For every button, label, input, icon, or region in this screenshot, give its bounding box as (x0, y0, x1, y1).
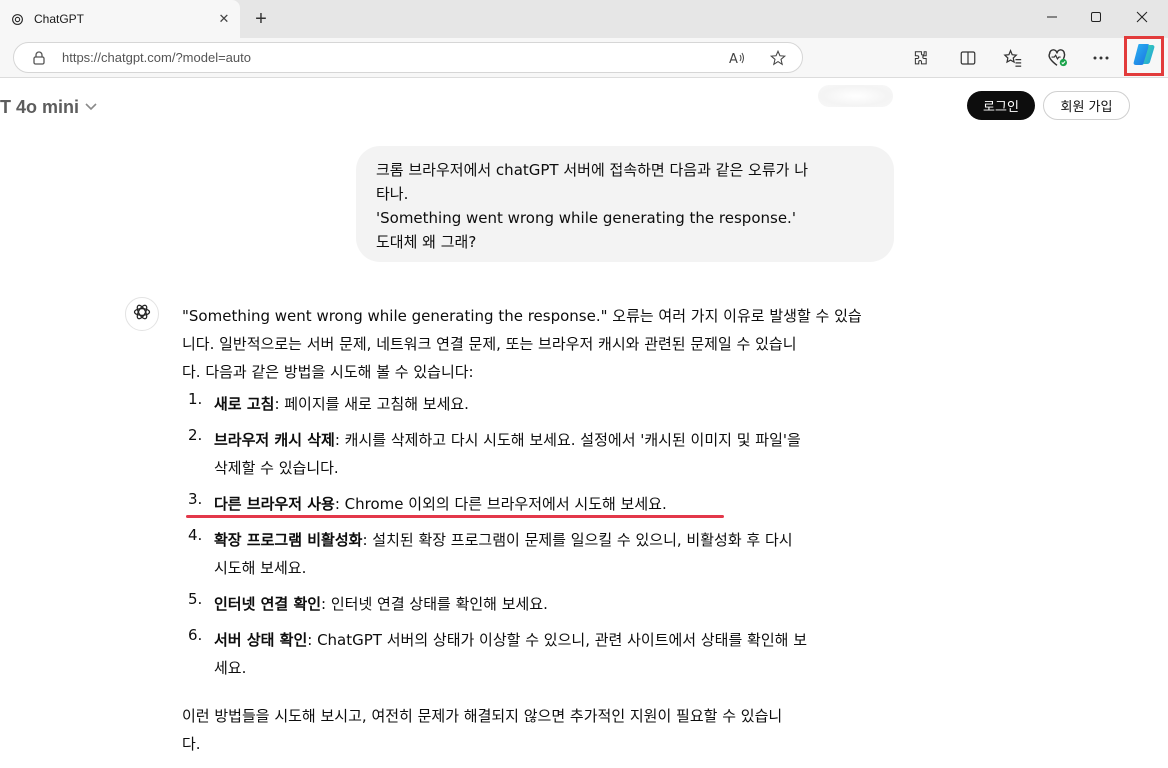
chevron-down-icon (85, 100, 97, 114)
list-item-text: 삭제할 수 있습니다. (214, 459, 339, 477)
extensions-icon[interactable] (907, 46, 935, 70)
tab-chatgpt[interactable]: ChatGPT ✕ (0, 0, 240, 38)
profile-avatar[interactable] (818, 85, 893, 107)
list-item: 2. 브라우저 캐시 삭제: 캐시를 삭제하고 다시 시도해 보세요. 설정에서… (182, 426, 894, 482)
list-item-text: : 설치된 확장 프로그램이 문제를 일으킬 수 있으니, 비활성화 후 다시 (362, 531, 793, 549)
list-item-text: : Chrome 이외의 다른 브라우저에서 시도해 보세요. (334, 495, 667, 513)
list-item: 5. 인터넷 연결 확인: 인터넷 연결 상태를 확인해 보세요. (188, 590, 548, 613)
favorites-icon[interactable] (999, 46, 1027, 70)
list-item-title: 다른 브라우저 사용 (214, 495, 335, 513)
user-message-line: 크롬 브라우저에서 chatGPT 서버에 접속하면 다음과 같은 오류가 나 (376, 161, 809, 179)
list-item-title: 확장 프로그램 비활성화 (214, 531, 363, 549)
list-item-text: : 캐시를 삭제하고 다시 시도해 보세요. 설정에서 '캐시된 이미지 및 파… (334, 431, 801, 449)
user-message-line: 도대체 왜 그래? (376, 233, 477, 251)
user-message-line: 타나. (376, 185, 409, 203)
red-underline-annotation (186, 515, 724, 518)
copilot-icon (1131, 41, 1157, 71)
new-tab-button[interactable]: + (250, 8, 272, 30)
assistant-message: "Something went wrong while generating t… (182, 302, 894, 758)
list-item-title: 새로 고침 (214, 395, 275, 413)
list-item: 3. 다른 브라우저 사용: Chrome 이외의 다른 브라우저에서 시도해 … (188, 490, 667, 513)
login-button[interactable]: 로그인 (967, 91, 1035, 120)
assistant-intro-line: 니다. 일반적으로는 서버 문제, 네트워크 연결 문제, 또는 브라우저 캐시… (182, 335, 797, 353)
list-item-title: 서버 상태 확인 (214, 631, 308, 649)
copilot-button[interactable] (1124, 36, 1164, 76)
list-item-text: : 페이지를 새로 고침해 보세요. (274, 395, 469, 413)
list-item-text: 시도해 보세요. (214, 559, 307, 577)
list-item-text: 세요. (214, 659, 247, 677)
list-item-title: 인터넷 연결 확인 (214, 595, 322, 613)
openai-logo-icon (132, 302, 152, 326)
svg-text:A: A (729, 52, 738, 66)
url-text: https://chatgpt.com/?model=auto (62, 50, 251, 65)
tab-close-icon[interactable]: ✕ (216, 11, 232, 27)
minimize-button[interactable] (1029, 0, 1075, 34)
browser-toolbar: https://chatgpt.com/?model=auto A (0, 38, 1168, 107)
browser-essentials-icon[interactable] (1043, 46, 1071, 70)
close-window-button[interactable] (1119, 0, 1165, 34)
list-item: 6. 서버 상태 확인: ChatGPT 서버의 상태가 이상할 수 있으니, … (182, 626, 894, 682)
lock-icon[interactable] (31, 50, 47, 66)
user-message-line: 'Something went wrong while generating t… (376, 209, 796, 227)
assistant-intro-line: 다. 다음과 같은 방법을 시도해 볼 수 있습니다: (182, 363, 474, 381)
split-screen-icon[interactable] (954, 46, 982, 70)
assistant-outro-line: 다. (182, 735, 201, 753)
list-item-title: 브라우저 캐시 삭제 (214, 431, 335, 449)
tab-bar: ChatGPT ✕ + (0, 0, 1168, 38)
model-selector[interactable]: T 4o mini (0, 96, 97, 118)
favorite-star-icon[interactable] (768, 48, 788, 68)
tab-title: ChatGPT (34, 12, 85, 26)
list-item-text: : ChatGPT 서버의 상태가 이상할 수 있으니, 관련 사이트에서 상태… (307, 631, 808, 649)
read-aloud-icon[interactable]: A (728, 48, 748, 68)
chatgpt-favicon-icon (10, 12, 24, 26)
assistant-avatar (125, 297, 159, 331)
list-item: 1. 새로 고침: 페이지를 새로 고침해 보세요. (188, 390, 469, 413)
signup-button[interactable]: 회원 가입 (1043, 91, 1130, 120)
list-item: 4. 확장 프로그램 비활성화: 설치된 확장 프로그램이 문제를 일으킬 수 … (182, 526, 894, 582)
user-message-bubble: 크롬 브라우저에서 chatGPT 서버에 접속하면 다음과 같은 오류가 나 … (356, 146, 894, 262)
more-icon[interactable] (1087, 46, 1115, 70)
address-bar[interactable]: https://chatgpt.com/?model=auto A (13, 42, 803, 73)
assistant-intro-line: "Something went wrong while generating t… (182, 307, 862, 325)
model-name: T 4o mini (0, 96, 80, 117)
maximize-button[interactable] (1073, 0, 1119, 34)
assistant-outro-line: 이런 방법들을 시도해 보시고, 여전히 문제가 해결되지 않으면 추가적인 지… (182, 707, 783, 725)
list-item-text: : 인터넷 연결 상태를 확인해 보세요. (321, 595, 548, 613)
